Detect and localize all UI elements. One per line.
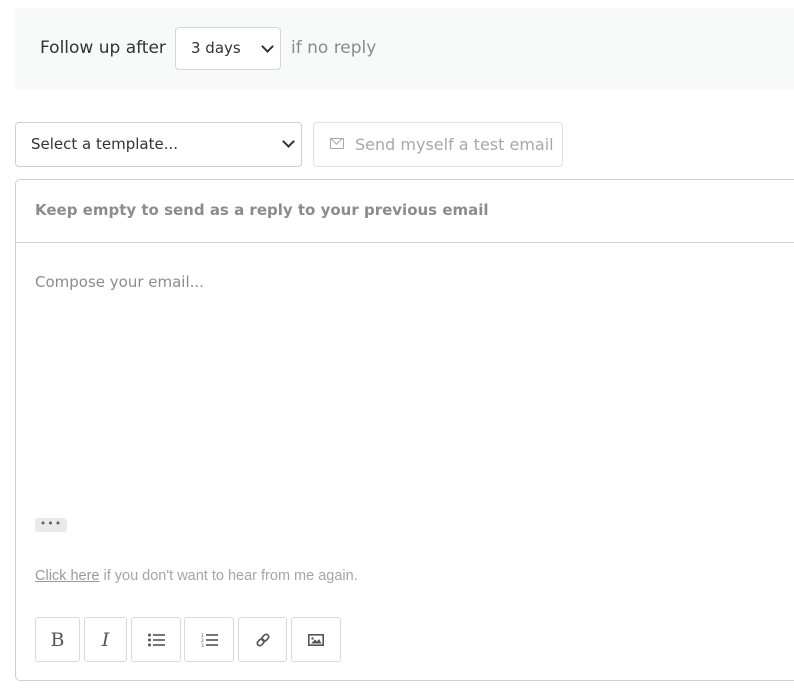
template-select[interactable]: Select a template... (15, 122, 302, 167)
subject-row: Keep empty to send as a reply to your pr… (16, 180, 794, 243)
chevron-down-icon (261, 40, 274, 53)
template-select-value: Select a template... (31, 135, 179, 153)
link-button[interactable] (238, 617, 287, 662)
chevron-down-icon (282, 135, 295, 148)
numbered-list-icon: 1 2 3 (201, 633, 218, 647)
show-trimmed-content-button[interactable]: ••• (35, 518, 67, 532)
no-reply-label: if no reply (291, 38, 377, 58)
italic-button[interactable]: I (84, 617, 127, 662)
bold-button[interactable]: B (35, 617, 80, 662)
numbered-list-button[interactable]: 1 2 3 (184, 617, 234, 662)
followup-delay-value: 3 days (191, 39, 241, 57)
bullet-list-icon (147, 633, 165, 646)
insert-image-button[interactable] (291, 617, 341, 662)
followup-settings-bar: Follow up after 3 days if no reply (15, 8, 794, 90)
unsubscribe-rest: if you don't want to hear from me again. (99, 568, 358, 584)
email-body-input[interactable]: Compose your email... (35, 273, 204, 291)
followup-label: Follow up after (40, 38, 166, 58)
unsubscribe-link[interactable]: Click here (35, 568, 99, 584)
bullet-list-button[interactable] (131, 617, 181, 662)
email-editor: Keep empty to send as a reply to your pr… (15, 179, 794, 681)
subject-input[interactable]: Keep empty to send as a reply to your pr… (35, 201, 489, 219)
image-icon (308, 633, 324, 646)
svg-text:3: 3 (201, 643, 204, 647)
bold-icon: B (50, 628, 65, 651)
italic-icon: I (101, 628, 110, 651)
send-test-email-button[interactable]: Send myself a test email (313, 122, 563, 167)
followup-delay-select[interactable]: 3 days (175, 27, 281, 70)
link-icon (255, 632, 270, 647)
unsubscribe-text: Click here if you don't want to hear fro… (35, 568, 358, 584)
envelope-icon (330, 138, 344, 149)
send-test-email-label: Send myself a test email (355, 135, 554, 154)
